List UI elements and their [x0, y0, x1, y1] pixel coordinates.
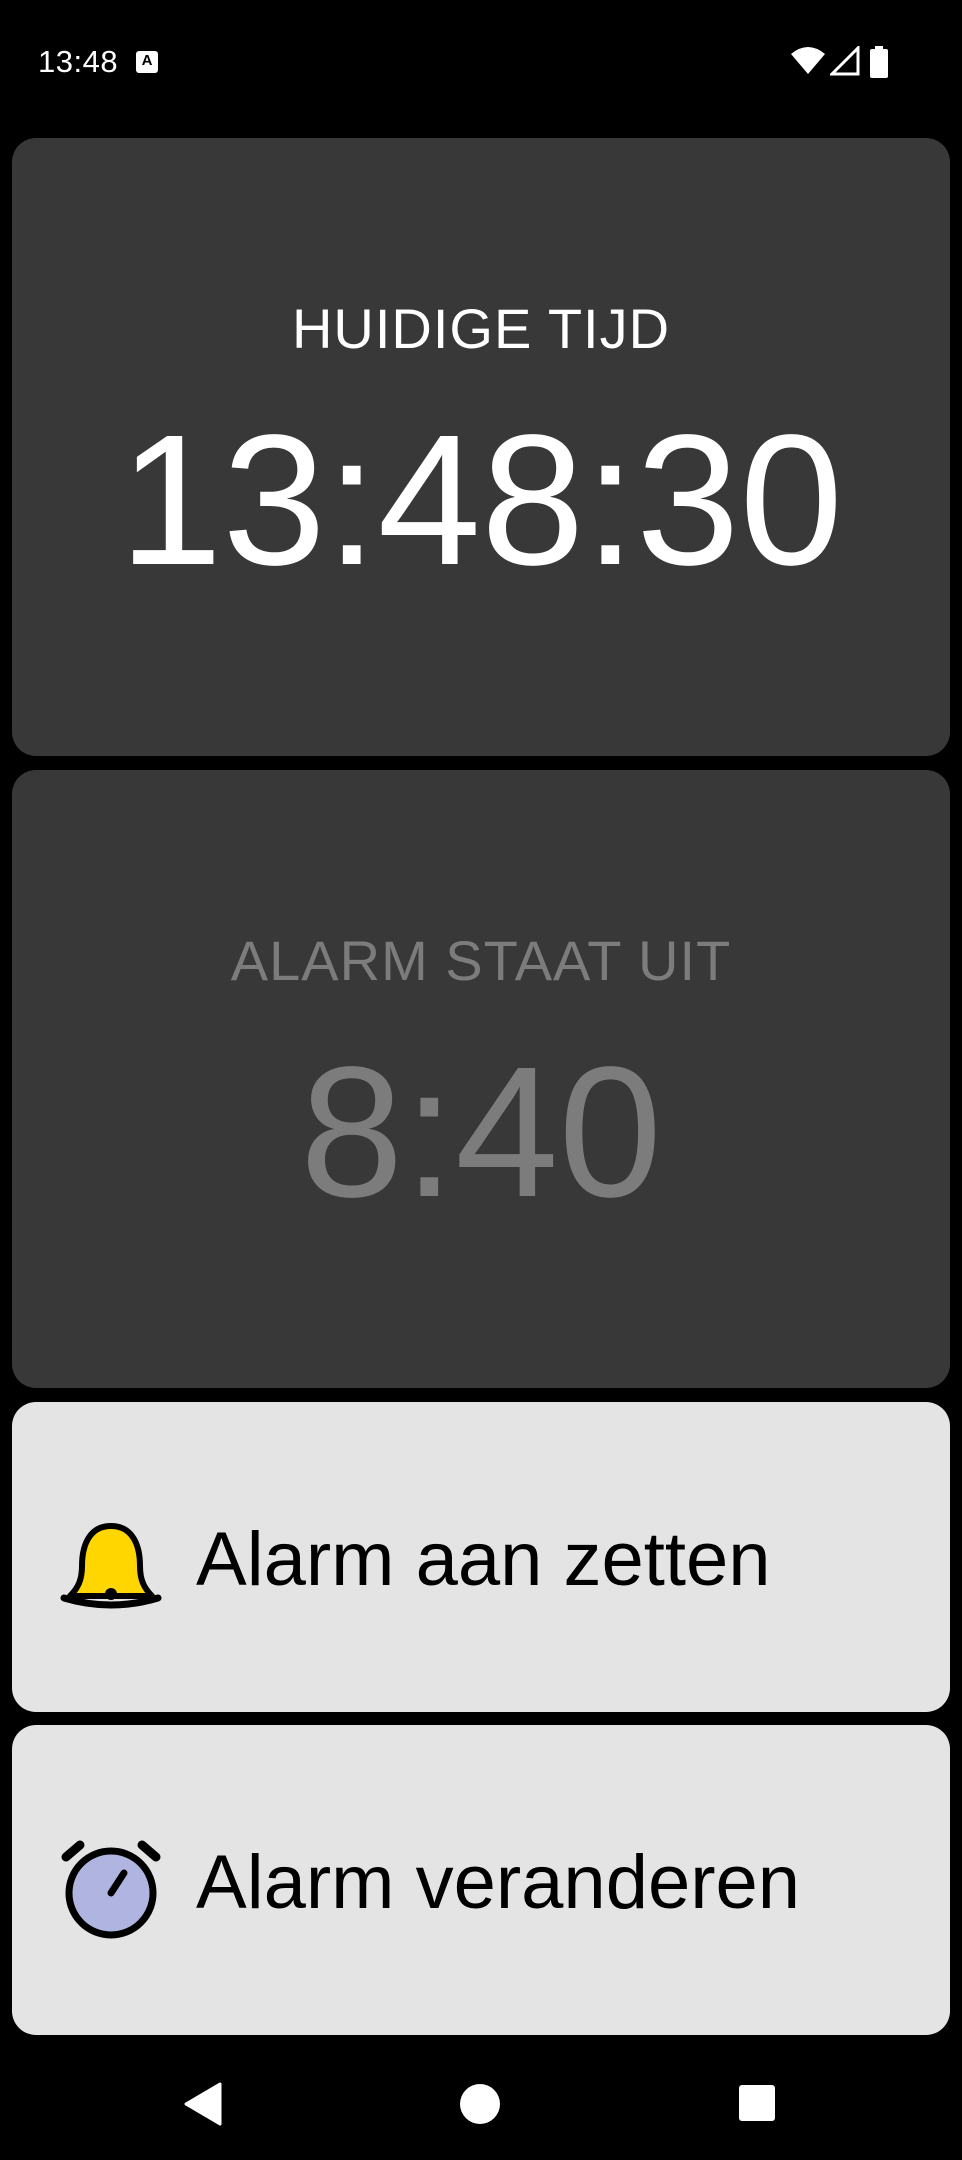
- signal-icon: [830, 46, 860, 76]
- navigation-bar: [0, 2048, 962, 2160]
- bell-icon: [60, 1523, 162, 1609]
- alarm-on-button[interactable]: Alarm aan zetten: [12, 1402, 950, 1712]
- alarm-change-button[interactable]: Alarm veranderen: [12, 1725, 950, 2035]
- alarm-change-label: Alarm veranderen: [196, 1840, 801, 1925]
- battery-icon: [870, 46, 888, 78]
- wifi-icon: [791, 47, 825, 74]
- home-icon[interactable]: [458, 2082, 502, 2126]
- alarm-clock-icon: [61, 1840, 161, 1939]
- alarm-status-label: ALARM STAAT UIT: [230, 929, 732, 992]
- current-time-value: 13:48:30: [118, 397, 844, 604]
- status-icons: [790, 46, 896, 80]
- status-bar: 13:48 A: [0, 0, 962, 128]
- current-time-label: HUIDIGE TIJD: [291, 297, 671, 360]
- recents-icon[interactable]: [738, 2084, 776, 2122]
- alarm-time-value: 8:40: [299, 1029, 662, 1236]
- a-notification-icon: A: [136, 51, 158, 73]
- alarm-panel: ALARM STAAT UIT 8:40: [12, 770, 950, 1388]
- status-time: 13:48: [38, 44, 119, 79]
- alarm-on-label: Alarm aan zetten: [196, 1517, 771, 1602]
- back-icon[interactable]: [182, 2082, 222, 2126]
- current-time-panel: HUIDIGE TIJD 13:48:30: [12, 138, 950, 756]
